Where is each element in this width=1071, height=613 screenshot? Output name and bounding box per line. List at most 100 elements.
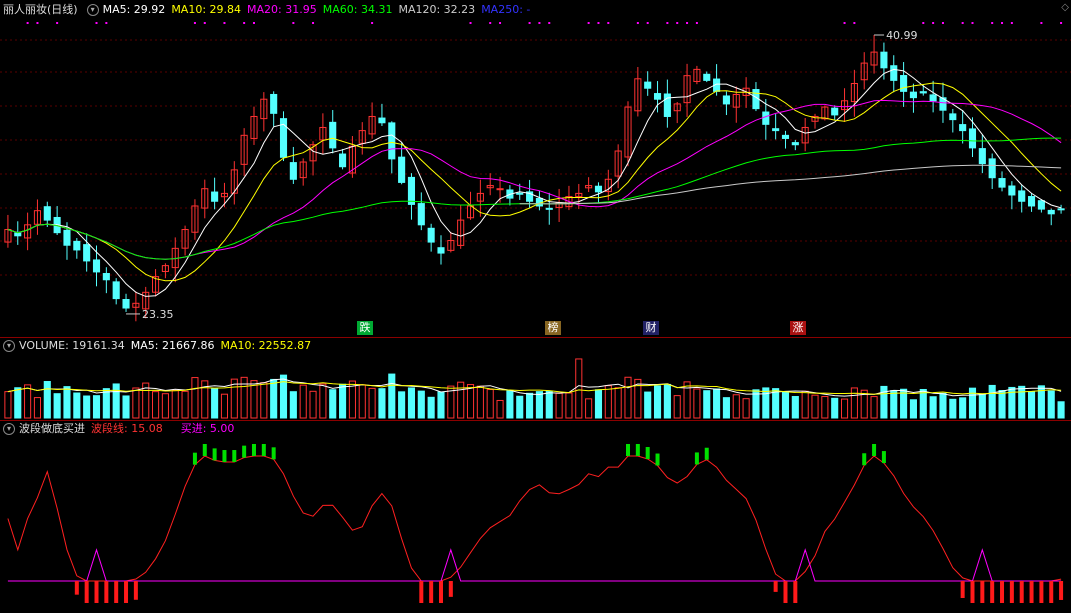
ma5-label: MA5: 29.92	[102, 3, 166, 16]
volume-bar	[43, 381, 51, 419]
volume-bar	[663, 383, 671, 419]
ma10-label: MA10: 29.84	[171, 3, 242, 16]
top-bar	[192, 452, 197, 465]
top-bar	[645, 447, 650, 460]
signal-dot	[922, 22, 925, 24]
signal-dot	[223, 22, 226, 24]
volume-bar	[831, 397, 839, 419]
volume-bar	[703, 390, 711, 419]
volume-bar	[1018, 385, 1026, 419]
candle-down	[978, 148, 986, 165]
volume-pane[interactable]: ▾ VOLUME: 19161.34 MA5: 21667.86 MA10: 2255…	[0, 338, 1071, 420]
bottom-bar	[124, 581, 129, 603]
volume-bar	[329, 389, 337, 419]
signal-dot	[26, 22, 29, 24]
volume-bar	[821, 396, 829, 419]
price-chart: 40.99 23.35	[0, 22, 1071, 322]
volume-bar	[939, 392, 947, 419]
signal-dot	[371, 22, 374, 24]
candle-down	[644, 81, 652, 89]
volume-bar	[437, 391, 445, 419]
volume-bar	[73, 392, 81, 419]
bottom-bar	[960, 581, 965, 598]
volume-bar	[407, 387, 416, 419]
event-tag-rank[interactable]: 榜	[545, 321, 561, 335]
event-tag-finance[interactable]: 财	[643, 321, 659, 335]
volume-bar	[762, 387, 770, 419]
volume-bar	[63, 386, 71, 419]
signal-dot	[991, 22, 994, 24]
indicator-pane[interactable]: ▾ 波段做底买进 波段线: 15.08 买进: 5.00	[0, 421, 1071, 613]
candle-down	[772, 128, 780, 132]
top-bar	[261, 444, 266, 456]
candle-down	[63, 229, 71, 246]
ma20-line	[7, 99, 1062, 260]
signal-dot	[587, 22, 590, 24]
signal-dot	[105, 22, 108, 24]
top-bar	[655, 453, 660, 466]
bottom-bar	[114, 581, 119, 603]
collapse-icon[interactable]: ▾	[3, 340, 15, 352]
signal-dot	[1001, 22, 1004, 24]
candle-down	[329, 121, 337, 149]
price-pane[interactable]: 丽人丽妆(日线) ▾ MA5: 29.92 MA10: 29.84 MA20: 31.9…	[0, 0, 1071, 336]
volume-bar	[83, 395, 91, 419]
volume-bar	[594, 389, 603, 419]
event-tag-down[interactable]: 跌	[357, 321, 373, 335]
signal-dot	[528, 22, 531, 24]
volume-bar	[398, 391, 406, 419]
signal-dot	[597, 22, 600, 24]
indicator-title: 波段做底买进	[19, 422, 85, 435]
signal-dot	[243, 22, 246, 24]
collapse-icon[interactable]: ▾	[86, 4, 99, 16]
volume-ma5-label: MA5: 21667.86	[130, 339, 215, 352]
top-bar	[694, 452, 699, 465]
signal-dot	[252, 22, 255, 24]
high-label: 40.99	[886, 29, 918, 42]
volume-bar	[890, 390, 898, 419]
signal-dot	[853, 22, 856, 24]
signal-dot	[95, 22, 98, 24]
volume-bar	[427, 396, 435, 419]
volume-bar	[575, 358, 583, 419]
volume-bar	[53, 393, 61, 419]
signal-dot	[932, 22, 935, 24]
bottom-bar	[419, 581, 424, 603]
volume-bar	[368, 387, 376, 419]
volume-bar	[1027, 391, 1036, 419]
candle-down	[83, 244, 91, 262]
volume-bar	[555, 392, 563, 419]
signal-dot	[56, 22, 59, 24]
bottom-bar	[74, 581, 79, 595]
bottom-bar	[773, 581, 778, 592]
volume-bar	[959, 397, 967, 419]
top-bar	[232, 450, 237, 463]
event-tag-up[interactable]: 涨	[790, 321, 806, 335]
bottom-bar	[1019, 581, 1024, 603]
signal-dot	[971, 22, 974, 24]
ma120-label: MA120: 32.23	[398, 3, 476, 16]
signal-dot	[312, 22, 315, 24]
volume-bar	[811, 394, 819, 419]
volume-bar	[378, 388, 386, 419]
volume-bar	[673, 395, 681, 419]
signal-dot	[646, 22, 649, 24]
signal-dot	[193, 22, 196, 24]
volume-bar	[683, 381, 691, 419]
volume-bar	[240, 376, 248, 419]
volume-bar	[732, 394, 740, 419]
volume-bar	[339, 383, 347, 419]
candle-down	[703, 73, 711, 81]
candle-down	[14, 232, 22, 237]
collapse-icon[interactable]: ▾	[3, 423, 15, 435]
candle-down	[407, 176, 416, 205]
signal-dot	[203, 22, 206, 24]
volume-bar	[14, 387, 22, 419]
candle-down	[1037, 200, 1045, 210]
signal-dot	[489, 22, 492, 24]
candle-down	[594, 185, 603, 193]
bottom-bar	[970, 581, 975, 603]
volume-bar	[565, 392, 573, 419]
volume-bar	[840, 398, 849, 419]
volume-bar	[545, 390, 553, 419]
